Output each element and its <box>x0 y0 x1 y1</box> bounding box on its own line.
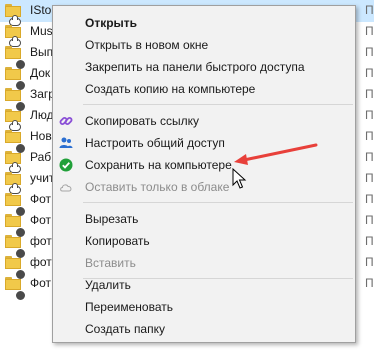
menu-item-label: Настроить общий доступ <box>85 136 225 150</box>
menu-item-label: Создать папку <box>85 322 165 336</box>
file-type: Па <box>365 213 374 227</box>
file-type: Па <box>365 171 374 185</box>
folder-icon <box>5 109 21 131</box>
file-type: Па <box>365 45 374 59</box>
menu-item-rename[interactable]: Переименовать <box>53 296 355 318</box>
folder-icon <box>5 25 21 47</box>
file-type: Па <box>365 276 374 290</box>
menu-item-label: Закрепить на панели быстрого доступа <box>85 60 305 74</box>
menu-item-label: Скопировать ссылку <box>85 114 200 128</box>
file-type: Па <box>365 24 374 38</box>
menu-item-new-folder[interactable]: Создать папку <box>53 318 355 340</box>
menu-item-label: Оставить только в облаке <box>85 180 230 194</box>
menu-item-open[interactable]: Открыть <box>53 12 355 34</box>
green-check-icon <box>59 158 73 172</box>
link-icon <box>59 117 73 125</box>
red-arrow-annotation <box>234 143 318 165</box>
file-name: Фот <box>30 276 52 290</box>
file-type: Па <box>365 255 374 269</box>
file-name: фот <box>30 234 52 248</box>
file-name: Фот <box>30 192 52 206</box>
file-type: Па <box>365 129 374 143</box>
file-type: Па <box>365 66 374 80</box>
menu-separator <box>83 104 353 105</box>
sync-status-icon <box>15 290 26 301</box>
folder-icon <box>5 88 26 112</box>
folder-icon <box>5 235 26 259</box>
folder-icon <box>5 46 26 70</box>
file-type: Па <box>365 192 374 206</box>
folder-icon <box>5 67 26 91</box>
file-name: Раб <box>30 150 52 164</box>
folder-icon <box>5 277 26 301</box>
menu-item-delete[interactable]: Удалить <box>53 274 355 296</box>
folder-icon <box>5 256 26 280</box>
folder-icon <box>5 214 26 238</box>
file-type: Па <box>365 150 374 164</box>
menu-item-open-new-window[interactable]: Открыть в новом окне <box>53 34 355 56</box>
menu-item-label: Переименовать <box>85 300 173 314</box>
folder-icon <box>5 151 21 173</box>
file-type: Па <box>365 3 374 17</box>
menu-item-label: Копировать <box>85 234 150 248</box>
file-name: Вып <box>30 45 54 59</box>
menu-item-pin-quick-access[interactable]: Закрепить на панели быстрого доступа <box>53 56 355 78</box>
people-icon <box>59 137 73 148</box>
file-name: Док <box>30 66 51 80</box>
menu-item-cut[interactable]: Вырезать <box>53 208 355 230</box>
folder-icon <box>5 172 21 194</box>
menu-separator <box>83 202 353 203</box>
menu-item-label: Открыть в новом окне <box>85 38 209 52</box>
menu-item-label: Вставить <box>85 256 136 270</box>
file-name: Mus <box>30 24 53 38</box>
menu-item-free-up-space: Оставить только в облаке <box>53 176 355 198</box>
menu-item-create-copy[interactable]: Создать копию на компьютере <box>53 78 355 100</box>
menu-item-label: Сохранить на компьютере <box>85 158 232 172</box>
menu-item-copy-link[interactable]: Скопировать ссылку <box>53 110 355 132</box>
menu-item-label: Вырезать <box>85 212 139 226</box>
file-type: Па <box>365 87 374 101</box>
file-name: Люд <box>30 108 54 122</box>
menu-item-label: Удалить <box>85 278 131 292</box>
file-name: Нов <box>30 129 52 143</box>
file-name: фот <box>30 255 52 269</box>
file-name: учит <box>30 171 55 185</box>
file-type: Па <box>365 234 374 248</box>
context-menu: Открыть Открыть в новом окне Закрепить н… <box>52 5 356 343</box>
menu-item-paste: Вставить <box>53 252 355 274</box>
cloud-outline-icon <box>60 184 72 192</box>
mouse-cursor-icon <box>232 168 247 189</box>
menu-item-label: Открыть <box>85 16 138 30</box>
folder-icon <box>5 130 26 154</box>
folder-icon <box>5 4 21 26</box>
menu-item-label: Создать копию на компьютере <box>85 82 256 96</box>
file-type: Па <box>365 108 374 122</box>
menu-item-copy[interactable]: Копировать <box>53 230 355 252</box>
folder-icon <box>5 193 26 217</box>
file-name: Фот <box>30 213 52 227</box>
